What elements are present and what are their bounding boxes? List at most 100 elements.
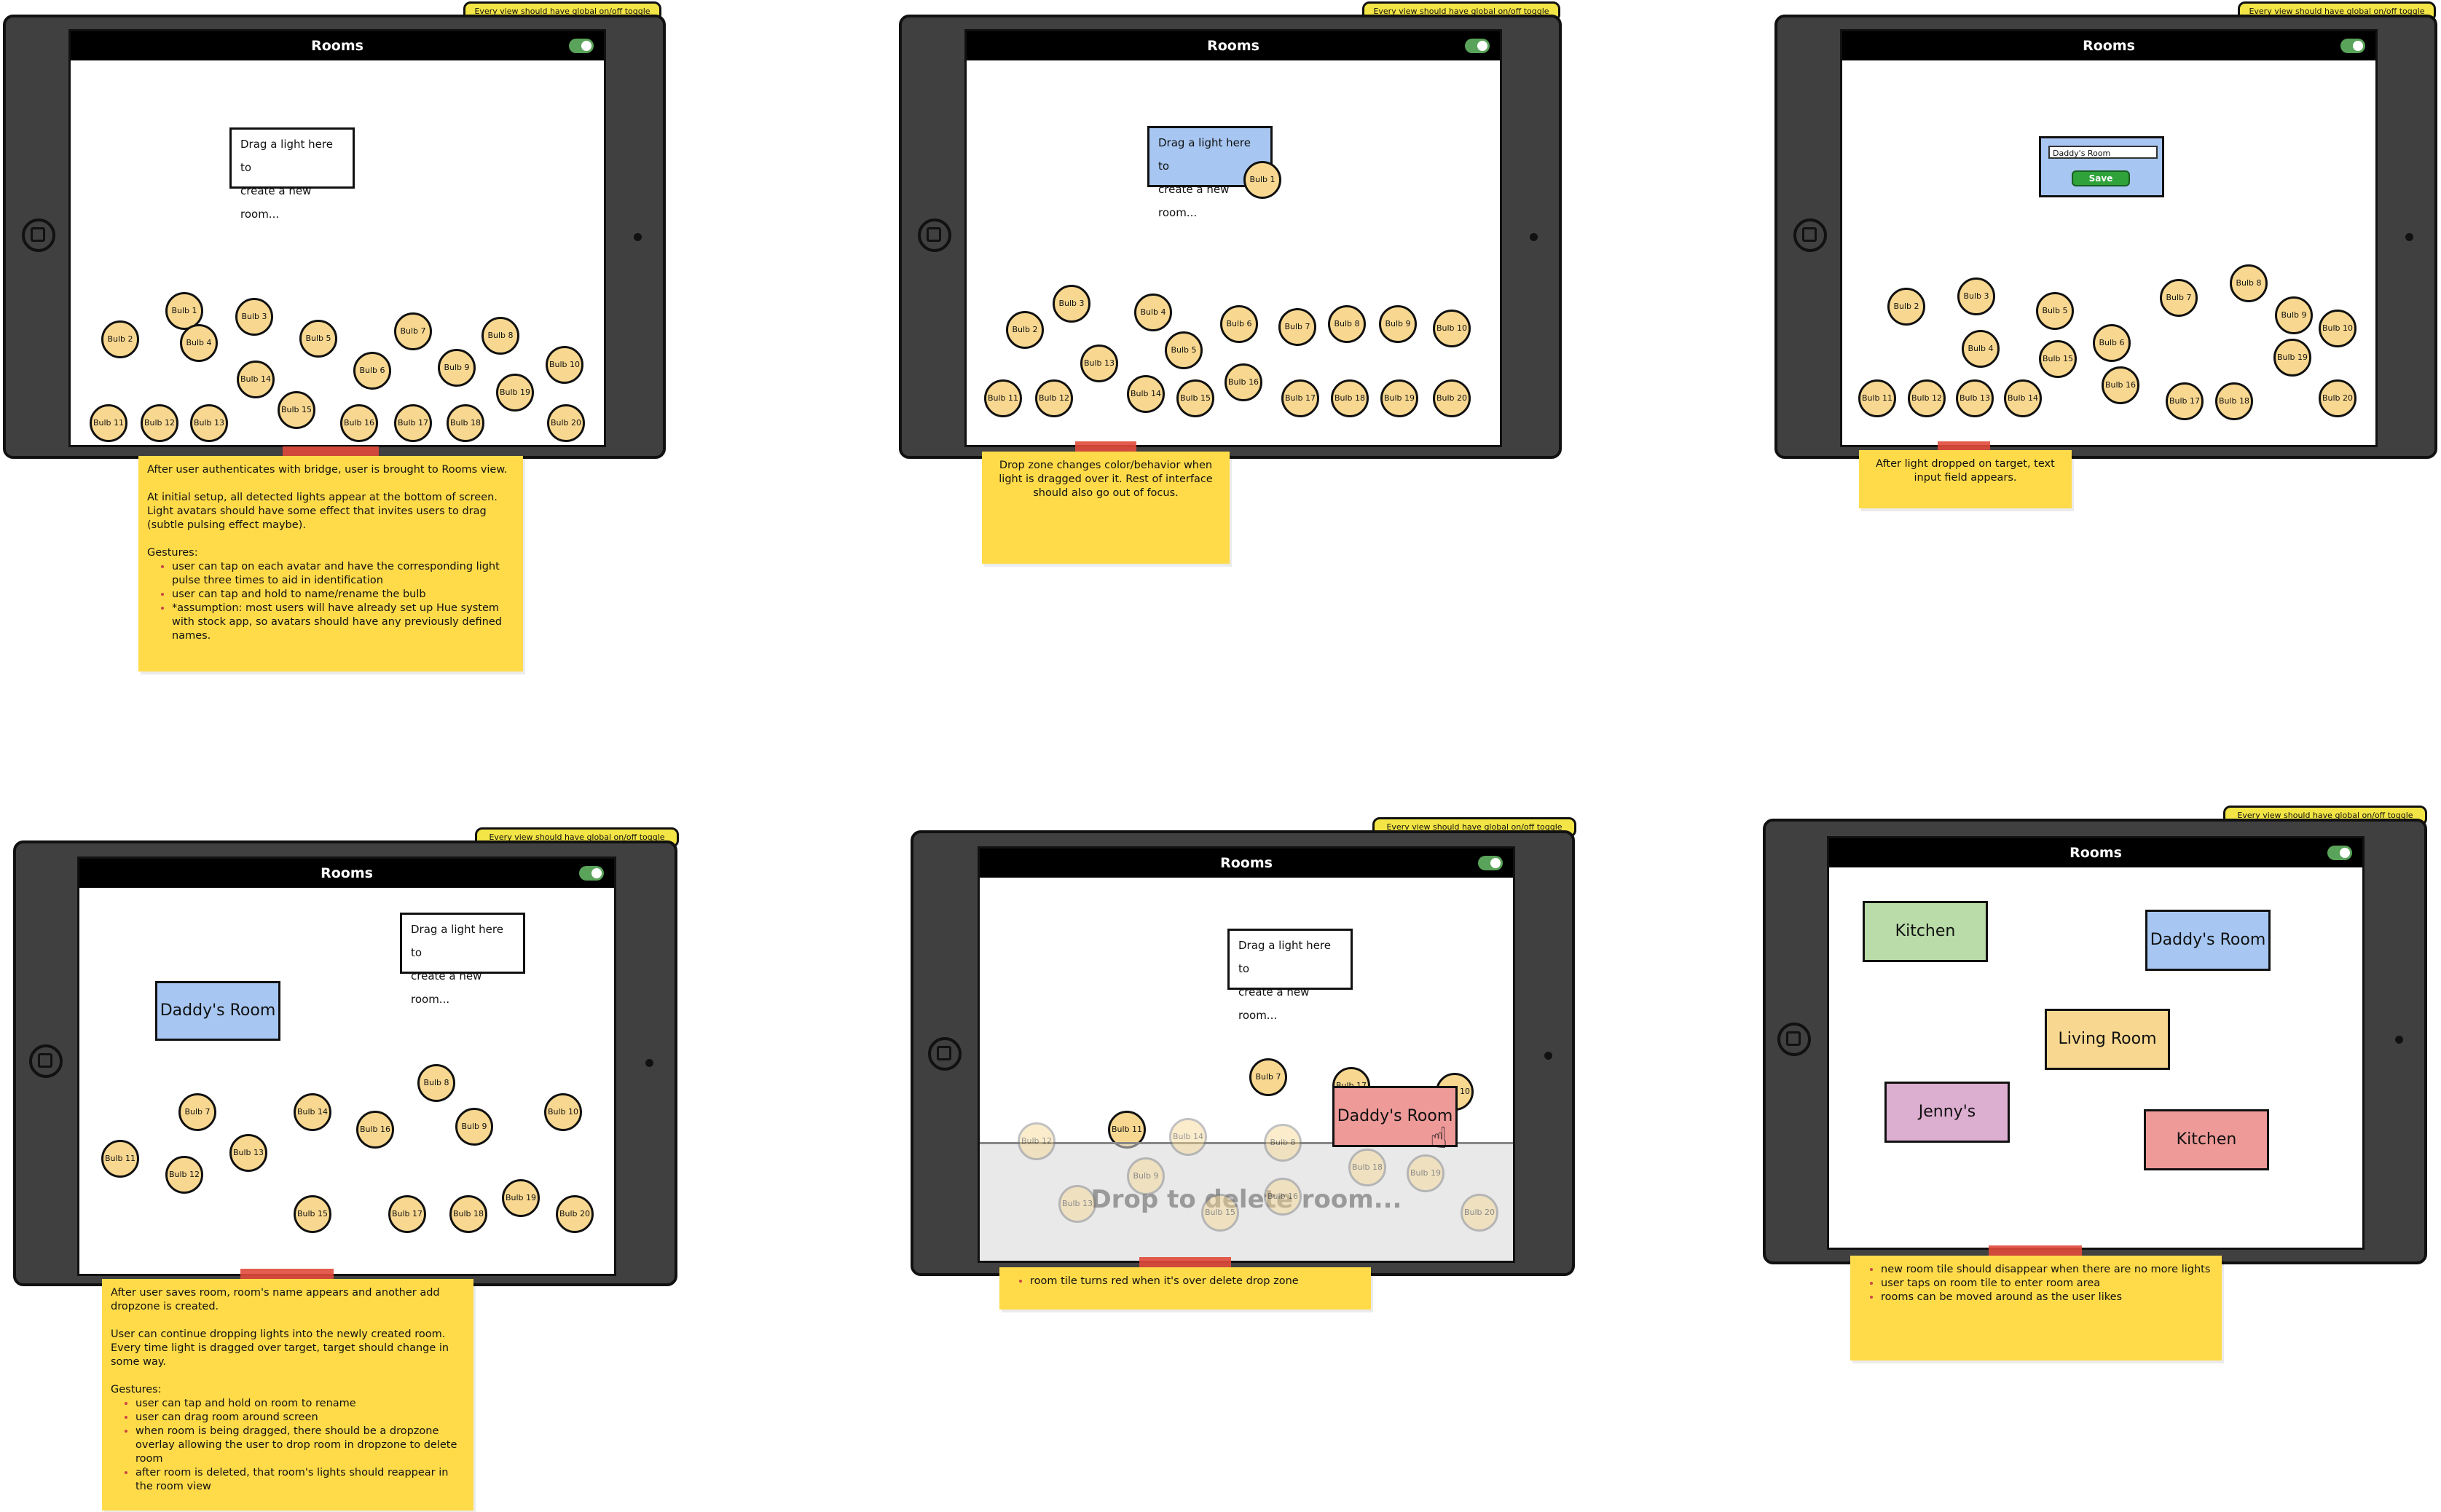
bulb-avatar[interactable]: Bulb 11: [984, 379, 1022, 417]
bulb-avatar[interactable]: Bulb 10: [546, 346, 583, 384]
bulb-avatar[interactable]: Bulb 19: [1380, 379, 1418, 417]
bulb-avatar[interactable]: Bulb 17: [1281, 379, 1319, 417]
room-tile[interactable]: Daddy's Room: [155, 981, 280, 1041]
bulb-avatar[interactable]: Bulb 16: [1225, 363, 1262, 401]
bulb-avatar[interactable]: Bulb 20: [556, 1195, 594, 1233]
bulb-avatar[interactable]: Bulb 10: [2319, 310, 2357, 347]
bulb-avatar[interactable]: Bulb 15: [1176, 379, 1214, 417]
bulb-avatar[interactable]: Bulb 10: [1433, 310, 1471, 347]
bulb-avatar[interactable]: Bulb 12: [165, 1156, 203, 1194]
bulb-avatar[interactable]: Bulb 19: [502, 1179, 540, 1217]
bulb-avatar[interactable]: Bulb 13: [1956, 379, 1994, 417]
home-button[interactable]: [29, 1044, 63, 1078]
bulb-avatar[interactable]: Bulb 11: [101, 1140, 139, 1178]
bulb-avatar[interactable]: Bulb 17: [388, 1195, 426, 1233]
bulb-avatar[interactable]: Bulb 14: [1127, 375, 1165, 413]
bulb-avatar[interactable]: Bulb 8: [2230, 264, 2268, 302]
bulb-avatar[interactable]: Bulb 5: [299, 320, 337, 358]
bulb-avatar[interactable]: Bulb 11: [1858, 379, 1896, 417]
room-name-input[interactable]: Daddy's Room: [2048, 146, 2158, 159]
bulb-avatar[interactable]: Bulb 8: [481, 317, 519, 355]
home-button[interactable]: [928, 1037, 962, 1071]
room-tile[interactable]: Living Room: [2045, 1009, 2170, 1070]
bulb-avatar[interactable]: Bulb 7: [1249, 1058, 1287, 1096]
bulb-avatar[interactable]: Bulb 14: [2004, 379, 2042, 417]
new-room-dropzone[interactable]: Drag a light here to create a new room..…: [400, 913, 525, 1006]
bulb-avatar[interactable]: Bulb 12: [1035, 379, 1073, 417]
bulb-avatar[interactable]: Bulb 4: [1962, 330, 2000, 368]
bulb-avatar[interactable]: Bulb 5: [1165, 331, 1203, 369]
bulb-avatar[interactable]: Bulb 8: [1328, 305, 1366, 343]
new-room-dropzone[interactable]: Drag a light here to create a new room..…: [1227, 929, 1353, 1022]
bulb-avatar[interactable]: Bulb 6: [1220, 305, 1258, 343]
bulb-avatar[interactable]: Bulb 12: [141, 404, 178, 442]
bulb-avatar[interactable]: Bulb 7: [394, 312, 432, 350]
bulb-avatar[interactable]: Bulb 4: [1134, 294, 1172, 331]
bulb-avatar[interactable]: Bulb 12: [1908, 379, 1946, 417]
global-toggle[interactable]: [579, 866, 604, 881]
bulb-avatar[interactable]: Bulb 20: [547, 404, 585, 442]
bulb-avatar[interactable]: Bulb 17: [394, 404, 432, 442]
bulb-avatar[interactable]: Bulb 19: [496, 374, 534, 412]
bulb-avatar[interactable]: Bulb 7: [1278, 308, 1316, 346]
home-button[interactable]: [1793, 218, 1827, 252]
room-tile[interactable]: Daddy's Room: [2145, 910, 2271, 971]
bulb-avatar[interactable]: Bulb 20: [1433, 379, 1471, 417]
bulb-avatar[interactable]: Bulb 18: [447, 404, 484, 442]
home-button[interactable]: [918, 218, 951, 252]
bulb-avatar[interactable]: Bulb 11: [90, 404, 127, 442]
bulb-avatar[interactable]: Bulb 6: [2093, 324, 2131, 362]
bulb-avatar[interactable]: Bulb 16: [2102, 366, 2139, 404]
bulb-avatar[interactable]: Bulb 9: [1379, 305, 1417, 343]
home-button[interactable]: [22, 218, 55, 252]
bulb-avatar[interactable]: Bulb 9: [438, 349, 476, 387]
bulb-avatar[interactable]: Bulb 4: [180, 324, 218, 362]
dragged-bulb-avatar[interactable]: Bulb 1: [1243, 161, 1281, 199]
bulb-avatar[interactable]: Bulb 7: [178, 1093, 216, 1131]
bulb-avatar[interactable]: Bulb 18: [2215, 382, 2253, 420]
tablet-frame: Rooms Daddy's Room Drag a light here to …: [13, 840, 677, 1286]
bulb-avatar[interactable]: Bulb 10: [544, 1093, 582, 1131]
bulb-avatar[interactable]: Bulb 2: [101, 320, 139, 358]
bulb-avatar[interactable]: Bulb 18: [1331, 379, 1369, 417]
bulb-avatar[interactable]: Bulb 15: [2039, 340, 2077, 378]
bulb-avatar[interactable]: Bulb 9: [2275, 296, 2313, 334]
global-toggle[interactable]: [2327, 846, 2352, 860]
global-toggle[interactable]: [1478, 856, 1503, 870]
bulb-avatar[interactable]: Bulb 13: [1080, 344, 1118, 382]
bulb-avatar[interactable]: Bulb 13: [190, 404, 228, 442]
bulb-avatar[interactable]: Bulb 14: [294, 1093, 331, 1131]
bulb-avatar[interactable]: Bulb 5: [2036, 292, 2074, 330]
bulb-avatar[interactable]: Bulb 2: [1887, 288, 1925, 326]
bulb-avatar[interactable]: Bulb 18: [449, 1195, 487, 1233]
bulb-avatar[interactable]: Bulb 8: [417, 1064, 455, 1102]
note-text: Gestures:: [147, 547, 198, 559]
bulb-avatar[interactable]: Bulb 16: [356, 1111, 394, 1149]
bulb-avatar[interactable]: Bulb 14: [237, 361, 275, 398]
bulb-avatar[interactable]: Bulb 17: [2166, 382, 2204, 420]
note-list: new room tile should disappear when ther…: [1859, 1263, 2213, 1304]
save-button[interactable]: Save: [2072, 170, 2130, 186]
bulb-avatar[interactable]: Bulb 7: [2160, 279, 2198, 317]
bulb-avatar[interactable]: Bulb 19: [2273, 339, 2311, 377]
screen: Rooms Daddy's Room Save Bulb 2 Bulb 3 Bu…: [1840, 29, 2378, 447]
home-button[interactable]: [1777, 1023, 1811, 1056]
global-toggle[interactable]: [2340, 39, 2365, 53]
global-toggle[interactable]: [569, 39, 594, 53]
bulb-avatar[interactable]: Bulb 9: [455, 1108, 493, 1146]
room-tile[interactable]: Jenny's: [1884, 1082, 2010, 1143]
bulb-avatar[interactable]: Bulb 3: [235, 298, 273, 336]
bulb-avatar[interactable]: Bulb 16: [340, 404, 378, 442]
new-room-dropzone[interactable]: Drag a light here to create a new room..…: [229, 127, 355, 221]
room-tile[interactable]: Kitchen: [1863, 901, 1988, 962]
bulb-avatar[interactable]: Bulb 2: [1006, 311, 1044, 349]
bulb-avatar[interactable]: Bulb 3: [1053, 285, 1090, 323]
global-toggle[interactable]: [1465, 39, 1490, 53]
bulb-avatar[interactable]: Bulb 13: [229, 1134, 267, 1172]
bulb-avatar[interactable]: Bulb 15: [294, 1195, 331, 1233]
room-tile[interactable]: Kitchen: [2144, 1109, 2269, 1170]
bulb-avatar[interactable]: Bulb 15: [278, 391, 315, 429]
bulb-avatar[interactable]: Bulb 20: [2319, 379, 2357, 417]
bulb-avatar[interactable]: Bulb 6: [353, 352, 391, 390]
bulb-avatar[interactable]: Bulb 3: [1957, 277, 1995, 315]
